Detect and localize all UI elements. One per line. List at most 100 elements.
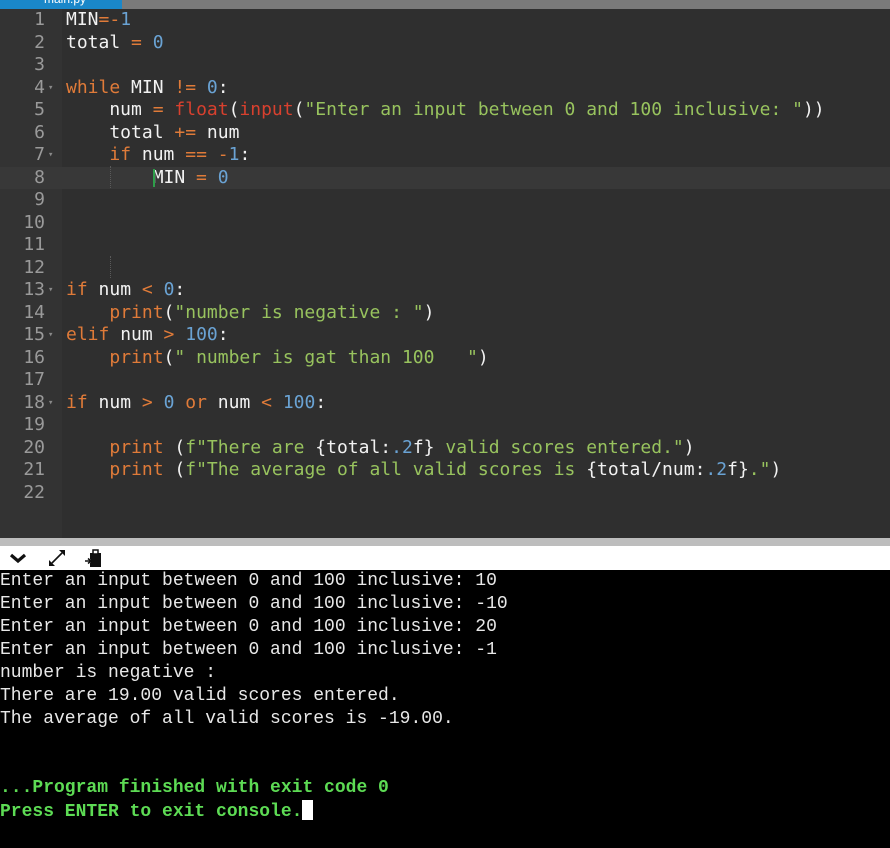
code-line[interactable]: 6 total += num [0, 122, 890, 145]
code-token: float [174, 99, 229, 120]
fold-arrow-icon[interactable]: ▾ [48, 77, 53, 100]
tab-main-py[interactable]: main.py [0, 0, 122, 9]
line-number: 3 [34, 54, 45, 75]
code-text: print(" number is gat than 100 ") [66, 346, 488, 370]
code-line[interactable]: 4 ▾ while MIN != 0: [0, 77, 890, 100]
code-line[interactable]: 14 print("number is negative : ") [0, 302, 890, 325]
code-text: print("number is negative : ") [66, 302, 434, 325]
code-line[interactable]: 7 ▾ if num == -1: [0, 144, 890, 167]
code-token: valid scores entered." [434, 436, 684, 458]
code-token: 0 [206, 76, 218, 98]
code-token: < [261, 391, 272, 413]
line-number: 10 [23, 211, 45, 233]
code-token: ( [293, 99, 305, 120]
console-line: Enter an input between 0 and 100 inclusi… [0, 617, 497, 637]
code-token: : [174, 279, 186, 300]
line-number: 7 [34, 144, 45, 165]
code-token: != [174, 76, 197, 98]
code-line[interactable]: 20 print (f"There are {total:.2f} valid … [0, 437, 890, 460]
code-token: if [109, 144, 132, 165]
code-token: if [66, 279, 88, 300]
code-token: total [66, 31, 132, 53]
code-token: num [206, 391, 262, 413]
code-token: : [217, 76, 229, 98]
code-line[interactable]: 1 MIN=-1 [0, 9, 890, 32]
code-line[interactable]: 12 [0, 257, 890, 280]
code-line[interactable]: 2 total = 0 [0, 32, 890, 55]
code-token: = [196, 166, 207, 188]
code-line[interactable]: 19 [0, 414, 890, 437]
code-line[interactable]: 13 ▾ if num < 0: [0, 279, 890, 302]
code-token: 0 [217, 166, 229, 188]
line-number: 13 [23, 279, 45, 300]
panel-resize-handle[interactable] [0, 538, 890, 546]
fold-arrow-icon[interactable]: ▾ [48, 392, 53, 415]
code-token: MIN [66, 166, 197, 188]
code-token: ( [228, 99, 240, 120]
code-line[interactable]: 3 [0, 54, 890, 77]
code-line[interactable]: 10 [0, 212, 890, 235]
line-number: 5 [34, 99, 45, 120]
code-text: elif num > 100: [66, 324, 229, 347]
code-line[interactable]: 9 [0, 189, 890, 212]
copy-console-button[interactable] [84, 548, 104, 568]
console-output[interactable]: Enter an input between 0 and 100 inclusi… [0, 570, 890, 848]
code-line[interactable]: 18 ▾ if num > 0 or num < 100: [0, 392, 890, 415]
code-text: num = float(input("Enter an input betwee… [66, 99, 824, 122]
fold-arrow-icon[interactable]: ▾ [48, 279, 53, 302]
editor-tab-bar: main.py [0, 0, 890, 9]
console-exit-prompt: Press ENTER to exit console. [0, 800, 890, 823]
code-line[interactable]: 21 print (f"The average of all valid sco… [0, 459, 890, 482]
code-line[interactable]: 15 ▾ elif num > 100: [0, 324, 890, 347]
code-line[interactable]: 17 [0, 369, 890, 392]
console-line: Enter an input between 0 and 100 inclusi… [0, 594, 508, 614]
code-token: > [163, 324, 175, 345]
line-number: 8 [34, 166, 45, 188]
code-token: while [66, 76, 121, 98]
code-text: MIN=-1 [66, 9, 131, 32]
code-text: MIN = 0 [66, 167, 229, 190]
code-line[interactable]: 8 MIN = 0 [0, 166, 890, 190]
console-line: The average of all valid scores is -19.0… [0, 709, 454, 729]
indent-guide [110, 256, 111, 278]
collapse-console-button[interactable] [8, 548, 28, 568]
code-token: - [217, 144, 229, 165]
fold-arrow-icon[interactable]: ▾ [48, 324, 53, 347]
code-line[interactable]: 5 num = float(input("Enter an input betw… [0, 99, 890, 122]
code-token: ( [163, 346, 175, 368]
code-token: f"The average of all valid scores is [185, 459, 587, 480]
code-editor[interactable]: 1 MIN=-1 2 total = 0 3 4 ▾ while MIN != 0: 5 num… [0, 9, 890, 538]
fold-arrow-icon[interactable]: ▾ [48, 144, 53, 167]
code-token: 100 [185, 324, 218, 345]
code-token: num [109, 324, 164, 345]
code-token: print [109, 346, 164, 368]
code-token: f} [727, 459, 749, 480]
code-token: ." [748, 459, 771, 480]
code-token: or [185, 391, 207, 413]
console-line: There are 19.00 valid scores entered. [0, 686, 400, 706]
code-token: ) [423, 301, 435, 323]
code-text: if num < 0: [66, 279, 185, 302]
code-line[interactable]: 22 [0, 482, 890, 505]
code-text: print (f"The average of all valid scores… [66, 459, 781, 482]
code-token: 0 [152, 31, 164, 53]
maximize-console-button[interactable] [47, 548, 67, 568]
code-token: print [109, 459, 164, 480]
code-token: elif [66, 324, 110, 345]
code-line[interactable]: 16 print(" number is gat than 100 ") [0, 347, 890, 370]
code-line[interactable]: 11 [0, 234, 890, 257]
code-token: =- [98, 9, 121, 30]
code-token: MIN [120, 76, 175, 98]
code-lines: 1 MIN=-1 2 total = 0 3 4 ▾ while MIN != 0: 5 num… [0, 9, 890, 504]
